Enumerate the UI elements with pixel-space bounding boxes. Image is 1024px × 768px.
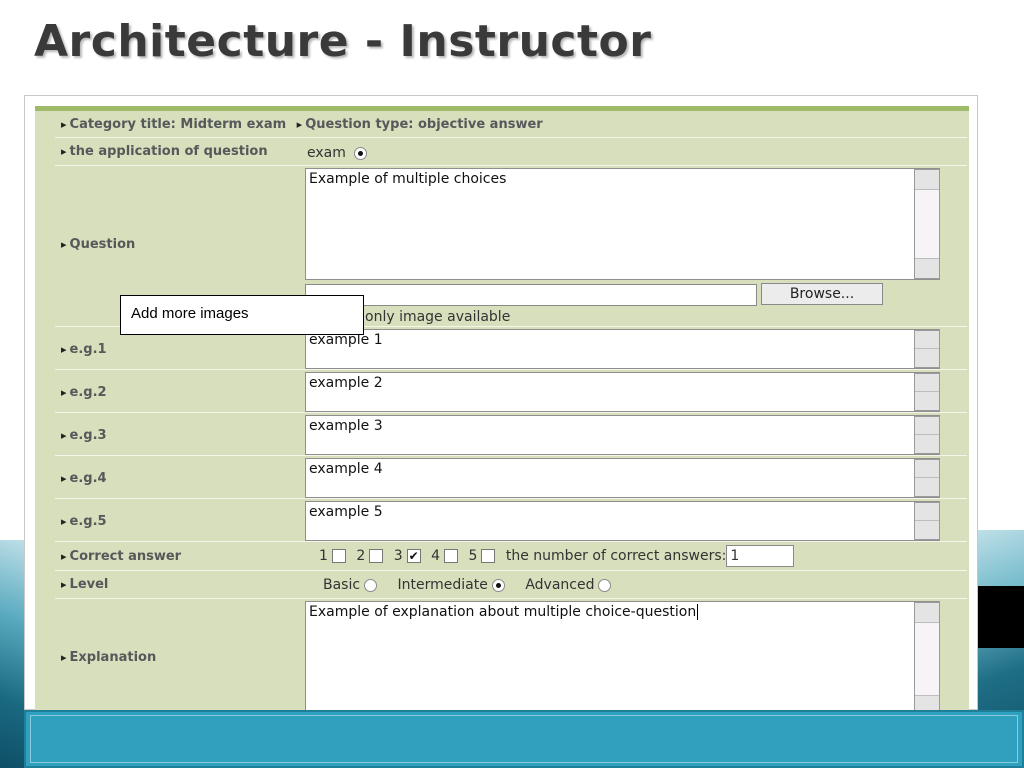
exam-radio[interactable] [354, 146, 368, 160]
question-type: Question type: objective answer [305, 117, 543, 132]
example-input-5[interactable]: example 5 [305, 501, 940, 541]
correct-answer-row: Correct answer 1 2 3✔ 4 5 the number of … [55, 543, 967, 571]
question-scrollbar[interactable] [914, 169, 940, 279]
explanation-row: Explanation Example of explanation about… [55, 600, 967, 711]
answer-option-4: 4 [431, 548, 441, 564]
correct-count-input[interactable]: 1 [726, 545, 795, 567]
slide-title: Architecture - Instructor [34, 16, 652, 67]
scroll-up-button[interactable] [915, 603, 939, 623]
answer-option-1: 1 [319, 548, 328, 564]
application-row: the application of question exam [55, 139, 967, 166]
level-label: Level [61, 577, 109, 592]
category-title: Category title: Midterm exam [69, 117, 287, 132]
scroll-down-button[interactable] [915, 258, 939, 278]
example-label-2: e.g.2 [61, 385, 107, 400]
example-row-4: e.g.4 example 4 [55, 457, 967, 499]
example-label-5: e.g.5 [61, 514, 107, 529]
example-value-3: example 3 [309, 418, 383, 434]
explanation-scrollbar[interactable] [914, 602, 940, 711]
example-input-3[interactable]: example 3 [305, 415, 940, 455]
example-row-5: e.g.5 example 5 [55, 500, 967, 542]
example-scrollbar-1[interactable] [914, 330, 940, 368]
browse-button[interactable]: Browse... [761, 283, 883, 305]
question-textarea[interactable]: Example of multiple choices [305, 168, 940, 280]
add-more-images-callout: Add more images [120, 295, 364, 335]
bottom-banner [24, 710, 1024, 768]
example-label-3: e.g.3 [61, 428, 107, 443]
answer-checkbox-3[interactable]: ✔ [406, 549, 421, 563]
scroll-down-button[interactable] [915, 695, 939, 711]
triangle-right-icon: ▸ [296, 118, 303, 131]
image-note: only image available [365, 309, 511, 325]
example-scrollbar-2[interactable] [914, 373, 940, 411]
explanation-label: Explanation [61, 650, 157, 665]
level-row: Level Basic Intermediate Advanced [55, 572, 967, 599]
triangle-right-icon: ▸ [61, 118, 67, 131]
level-radio-basic[interactable] [364, 578, 378, 592]
form-screenshot: ▸ Category title: Midterm exam ▸ Question … [24, 95, 978, 711]
answer-checkbox-4[interactable] [444, 549, 459, 563]
example-scrollbar-3[interactable] [914, 416, 940, 454]
example-label-4: e.g.4 [61, 471, 107, 486]
level-option-basic: Basic [323, 577, 361, 593]
category-row: ▸ Category title: Midterm exam ▸ Question … [55, 111, 967, 138]
decorative-black-block [974, 586, 1024, 648]
answer-option-2: 2 [356, 548, 366, 564]
example-input-4[interactable]: example 4 [305, 458, 940, 498]
example-row-3: e.g.3 example 3 [55, 414, 967, 456]
example-value-4: example 4 [309, 461, 383, 477]
image-file-input[interactable] [305, 284, 757, 306]
question-label: Question [61, 237, 136, 252]
example-scrollbar-4[interactable] [914, 459, 940, 497]
explanation-text: Example of explanation about multiple ch… [309, 604, 697, 620]
question-form: ▸ Category title: Midterm exam ▸ Question … [35, 106, 969, 711]
example-input-2[interactable]: example 2 [305, 372, 940, 412]
text-cursor [697, 604, 699, 620]
correct-count-label: the number of correct answers: [505, 548, 727, 564]
application-option-exam: exam [307, 145, 346, 161]
level-radio-advanced[interactable] [598, 578, 612, 592]
answer-checkbox-2[interactable] [369, 549, 384, 563]
scroll-up-button[interactable] [915, 170, 939, 190]
level-option-intermediate: Intermediate [397, 577, 488, 593]
example-row-2: e.g.2 example 2 [55, 371, 967, 413]
answer-option-5: 5 [468, 548, 478, 564]
example-input-1[interactable]: example 1 [305, 329, 940, 369]
example-label-1: e.g.1 [61, 342, 107, 357]
level-option-advanced: Advanced [525, 577, 595, 593]
answer-option-3: 3 [393, 548, 403, 564]
explanation-textarea[interactable]: Example of explanation about multiple ch… [305, 601, 940, 711]
application-label: the application of question [61, 144, 268, 159]
correct-answer-label: Correct answer [61, 549, 182, 564]
example-value-2: example 2 [309, 375, 383, 391]
answer-checkbox-5[interactable] [481, 549, 496, 563]
level-radio-intermediate[interactable] [491, 578, 505, 592]
question-text: Example of multiple choices [309, 171, 507, 187]
answer-checkbox-1[interactable] [331, 549, 346, 563]
example-value-5: example 5 [309, 504, 383, 520]
example-scrollbar-5[interactable] [914, 502, 940, 540]
